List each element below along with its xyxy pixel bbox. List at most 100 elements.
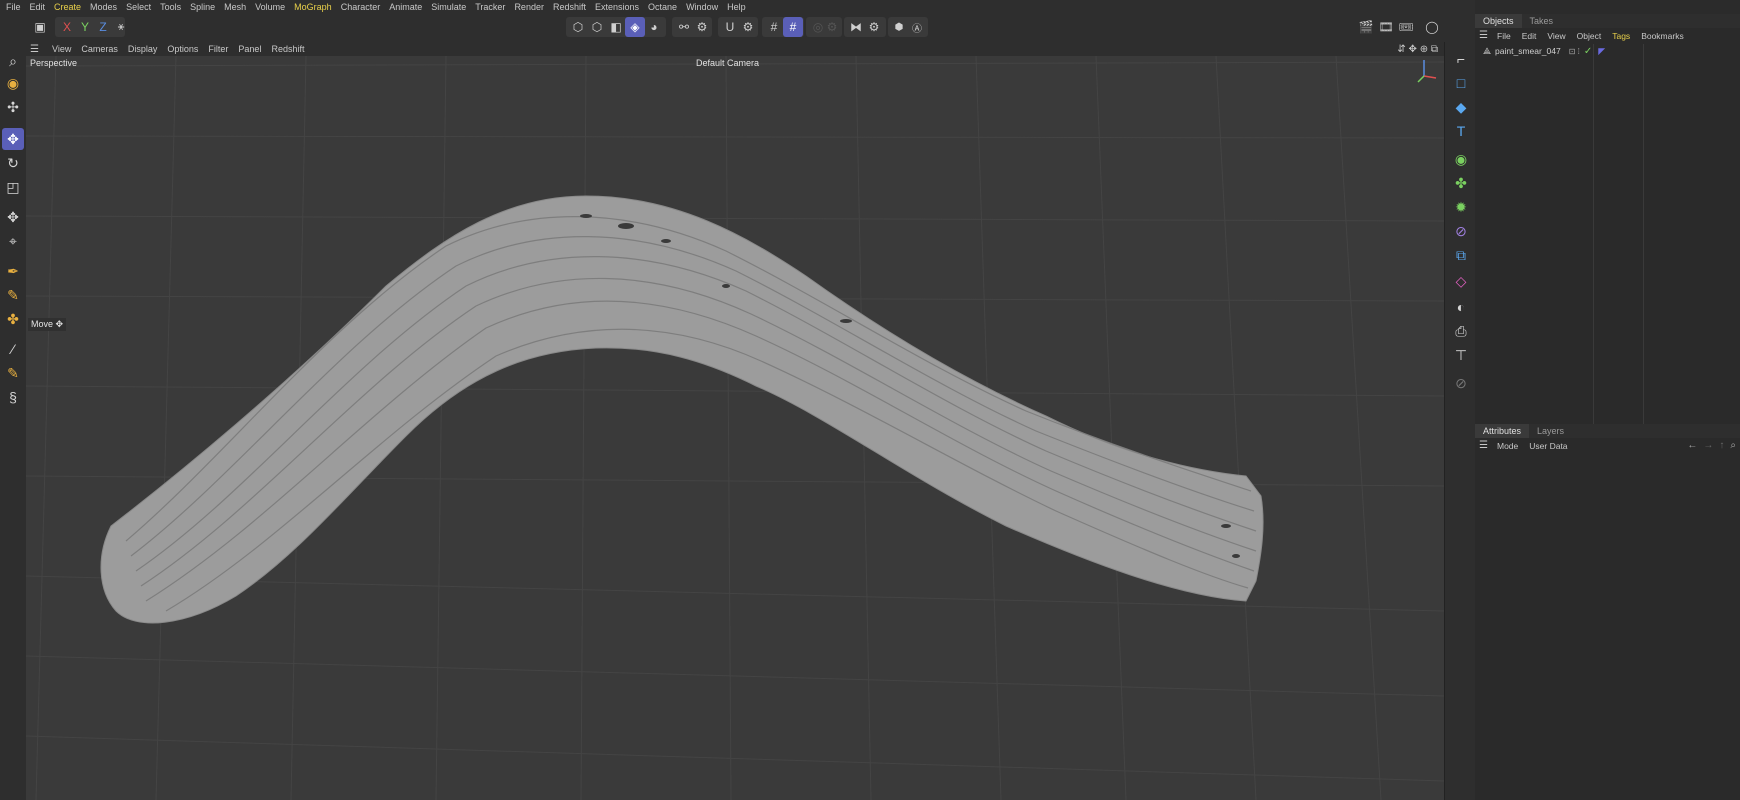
back-arrow-icon[interactable]: ← xyxy=(1687,440,1697,451)
texture-mode-icon[interactable]: ◕ xyxy=(644,17,664,37)
menu-spline[interactable]: Spline xyxy=(190,2,215,12)
effector-icon[interactable]: ✹ xyxy=(1450,196,1472,218)
cloner-icon[interactable]: ✤ xyxy=(1450,172,1472,194)
workplane-icon[interactable]: ⚯ xyxy=(674,17,694,37)
menu-extensions[interactable]: Extensions xyxy=(595,2,639,12)
deformer-icon[interactable]: ⊘ xyxy=(1450,220,1472,242)
axis-x-toggle[interactable]: X xyxy=(58,17,76,37)
spline-arc-icon[interactable]: § xyxy=(2,386,24,408)
viewport-view-label[interactable]: Perspective xyxy=(30,58,77,68)
material-tag-icon[interactable]: ◤ xyxy=(1598,46,1605,57)
rotate-tool-icon[interactable]: ↻ xyxy=(2,152,24,174)
tab-attributes[interactable]: Attributes xyxy=(1475,424,1530,438)
menu-file[interactable]: File xyxy=(6,2,21,12)
axis-z-toggle[interactable]: Z xyxy=(94,17,112,37)
null-object-icon[interactable]: ⌐ xyxy=(1450,48,1472,70)
attributes-menu-user-data[interactable]: User Data xyxy=(1529,441,1567,451)
spline-rectangle-icon[interactable]: □ xyxy=(1450,72,1472,94)
coordinate-system-icon[interactable]: ⚹ xyxy=(111,17,131,37)
viewport-menu-display[interactable]: Display xyxy=(128,44,158,54)
move-tool-variant-icon[interactable]: ✥ xyxy=(2,206,24,228)
polygons-mode-icon[interactable]: ◧ xyxy=(606,17,626,37)
menu-tools[interactable]: Tools xyxy=(160,2,181,12)
scale-tool-icon[interactable]: ◰ xyxy=(2,176,24,198)
viewport-menu-redshift[interactable]: Redshift xyxy=(271,44,304,54)
menu-simulate[interactable]: Simulate xyxy=(431,2,466,12)
tab-layers[interactable]: Layers xyxy=(1529,424,1572,438)
spline-pen-icon[interactable]: ✒ xyxy=(2,260,24,282)
live-selection-icon[interactable]: ◉ xyxy=(2,72,24,94)
menu-character[interactable]: Character xyxy=(341,2,381,12)
menu-modes[interactable]: Modes xyxy=(90,2,117,12)
forward-arrow-icon[interactable]: → xyxy=(1703,440,1713,451)
attributes-hamburger-icon[interactable]: ☰ xyxy=(1479,440,1491,451)
camera-icon[interactable]: ⎙ xyxy=(1450,320,1472,342)
menu-redshift[interactable]: Redshift xyxy=(553,2,586,12)
light-icon[interactable]: ⊤ xyxy=(1450,344,1472,366)
objects-menu-tags[interactable]: Tags xyxy=(1612,31,1630,41)
menu-tracker[interactable]: Tracker xyxy=(475,2,505,12)
viewport-menu-panel[interactable]: Panel xyxy=(238,44,261,54)
object-row[interactable]: ⟁ paint_smear_047 ⊡ ⁞ ✓ ◤ xyxy=(1475,44,1740,58)
menu-octane[interactable]: Octane xyxy=(648,2,677,12)
brush-icon[interactable]: ⁄ xyxy=(2,338,24,360)
search-icon[interactable]: ⌕ xyxy=(2,50,24,72)
edges-mode-icon[interactable]: ⬡ xyxy=(587,17,607,37)
render-picture-viewer-icon[interactable]: 🎞 xyxy=(1376,17,1396,37)
paint-smear-object[interactable] xyxy=(100,195,1264,624)
search-icon[interactable]: ⌕ xyxy=(1730,440,1736,451)
objects-menu-edit[interactable]: Edit xyxy=(1522,31,1537,41)
objects-menu-file[interactable]: File xyxy=(1497,31,1511,41)
spline-smooth-icon[interactable]: ✤ xyxy=(2,308,24,330)
object-name[interactable]: paint_smear_047 xyxy=(1495,46,1561,56)
attributes-menu-mode[interactable]: Mode xyxy=(1497,441,1518,451)
subdivision-icon[interactable]: ◉ xyxy=(1450,148,1472,170)
lod-icon[interactable]: ⬢ xyxy=(889,17,909,37)
model-mode-icon[interactable]: ◈ xyxy=(625,17,645,37)
menu-animate[interactable]: Animate xyxy=(389,2,422,12)
viewport-navigation-icons[interactable]: ⇵ ✥ ⊕ ⧉ xyxy=(1397,44,1438,55)
viewport-menu-filter[interactable]: Filter xyxy=(208,44,228,54)
menu-edit[interactable]: Edit xyxy=(30,2,46,12)
objects-menu-view[interactable]: View xyxy=(1547,31,1565,41)
cube-icon[interactable]: ◆ xyxy=(1450,96,1472,118)
viewport-camera-label[interactable]: Default Camera xyxy=(696,58,759,68)
symmetry-settings-icon[interactable]: ⚙ xyxy=(864,17,884,37)
menu-create[interactable]: Create xyxy=(54,2,81,12)
field-icon[interactable]: ⧉ xyxy=(1450,244,1472,266)
workplane-settings-icon[interactable]: ⚙ xyxy=(692,17,712,37)
snap-grid-icon[interactable]: # xyxy=(783,17,803,37)
menu-mograph[interactable]: MoGraph xyxy=(294,2,332,12)
undo-history-icon[interactable]: ▣ xyxy=(30,17,50,37)
visibility-toggle-icon[interactable]: ⊡ ⁞ xyxy=(1569,47,1580,56)
magnet-icon[interactable]: U xyxy=(720,17,740,37)
up-arrow-icon[interactable]: ↑ xyxy=(1719,440,1724,451)
points-mode-icon[interactable]: ⬡ xyxy=(568,17,588,37)
viewport-menu-view[interactable]: View xyxy=(52,44,71,54)
magnet-settings-icon[interactable]: ⚙ xyxy=(738,17,758,37)
menu-render[interactable]: Render xyxy=(514,2,544,12)
volume-icon[interactable]: ◇ xyxy=(1450,270,1472,292)
text-icon[interactable]: T xyxy=(1450,120,1472,142)
render-view-icon[interactable]: 🎬 xyxy=(1356,17,1376,37)
viewport-menu-cameras[interactable]: Cameras xyxy=(81,44,118,54)
objects-menu-object[interactable]: Object xyxy=(1577,31,1602,41)
menu-help[interactable]: Help xyxy=(727,2,746,12)
viewport-hamburger-icon[interactable]: ☰ xyxy=(30,44,44,55)
move-tool-icon[interactable]: ✥ xyxy=(2,128,24,150)
tab-objects[interactable]: Objects xyxy=(1475,14,1522,28)
render-settings-icon[interactable]: 🎟 xyxy=(1396,17,1416,37)
menu-select[interactable]: Select xyxy=(126,2,151,12)
viewport-menu-options[interactable]: Options xyxy=(167,44,198,54)
enabled-check-icon[interactable]: ✓ xyxy=(1584,46,1592,57)
symmetry-icon[interactable]: ⧓ xyxy=(846,17,866,37)
objects-menu-bookmarks[interactable]: Bookmarks xyxy=(1641,31,1684,41)
autokey-icon[interactable]: Ⓐ xyxy=(907,17,927,37)
environment-icon[interactable]: ◐ xyxy=(1450,296,1472,318)
spline-sketch-icon[interactable]: ✎ xyxy=(2,284,24,306)
layout-sphere-icon[interactable]: ◯ xyxy=(1422,17,1442,37)
menu-volume[interactable]: Volume xyxy=(255,2,285,12)
objects-hamburger-icon[interactable]: ☰ xyxy=(1479,30,1491,41)
knife-icon[interactable]: ✎ xyxy=(2,362,24,384)
grid-icon[interactable]: # xyxy=(764,17,784,37)
